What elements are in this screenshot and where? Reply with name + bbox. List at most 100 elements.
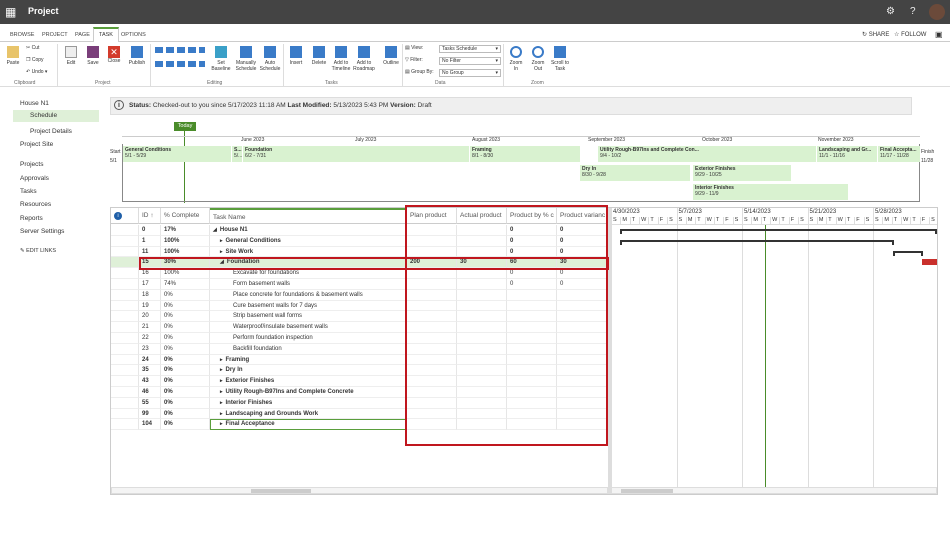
pct-cell[interactable]: 0% [161, 387, 210, 398]
row-indicator-cell[interactable] [111, 235, 139, 247]
expand-arrow-icon[interactable]: ▸ [220, 367, 223, 373]
pct-cell[interactable]: 100% [161, 235, 210, 247]
task-name-cell[interactable]: ▸ General Conditions [210, 235, 407, 247]
pct-column-header[interactable]: % Complete [161, 208, 210, 224]
pct-cell[interactable]: 17% [161, 225, 210, 236]
help-icon[interactable]: ? [910, 6, 916, 17]
pct-cell[interactable]: 100% [161, 246, 210, 258]
task-name-cell[interactable]: Cure basement walls for 7 days [210, 300, 407, 312]
save-button[interactable]: Save [86, 46, 100, 66]
task-name-cell[interactable]: Form basement walls [210, 279, 407, 290]
expand-arrow-icon[interactable]: ▸ [220, 400, 223, 406]
cut-button[interactable]: ✂ Cut [26, 45, 39, 51]
timeline-bar[interactable]: Dry In 8/30 - 9/28 [580, 165, 690, 181]
row-indicator-cell[interactable] [111, 397, 139, 409]
id-cell[interactable]: 24 [139, 354, 161, 366]
nav-reports[interactable]: Reports [20, 215, 43, 222]
pct-cell[interactable]: 0% [161, 289, 210, 301]
avatar[interactable] [929, 4, 945, 20]
tab-browse[interactable]: BROWSE [10, 32, 34, 38]
undo-button[interactable]: ↶ Undo ▾ [26, 69, 47, 75]
nav-tasks[interactable]: Tasks [20, 188, 37, 195]
summary-bar-house[interactable] [620, 229, 937, 231]
task-name-cell[interactable]: Backfill foundation [210, 343, 407, 355]
id-cell[interactable]: 23 [139, 343, 161, 355]
task-name-cell[interactable]: ◢ House N1 [210, 225, 407, 236]
expand-arrow-icon[interactable]: ▸ [220, 378, 223, 384]
nav-house-n1[interactable]: House N1 [20, 100, 49, 107]
collapse-arrow-icon[interactable]: ◢ [213, 227, 217, 233]
close-button[interactable]: ✕ Close [107, 46, 121, 64]
row-indicator-cell[interactable] [111, 333, 139, 344]
timeline-bar[interactable]: General Conditions 5/1 - 5/29 [123, 146, 231, 162]
timeline-bar[interactable]: Framing 8/1 - 8/30 [470, 146, 580, 162]
row-indicator-cell[interactable] [111, 419, 139, 431]
timeline-bar[interactable]: Landscaping and Gr... 11/1 - 11/16 [817, 146, 877, 162]
row-indicator-cell[interactable] [111, 257, 139, 269]
expand-arrow-icon[interactable]: ▸ [220, 238, 223, 244]
timeline-bar[interactable]: S... 5/... [232, 146, 242, 162]
tab-options[interactable]: OPTIONS [121, 32, 146, 38]
focus-icon[interactable]: ▣ [935, 30, 943, 39]
pct-cell[interactable]: 0% [161, 397, 210, 409]
id-cell[interactable]: 18 [139, 289, 161, 301]
task-name-cell[interactable]: ▸ Landscaping and Grounds Work [210, 408, 407, 420]
row-indicator-cell[interactable] [111, 289, 139, 301]
view-select[interactable]: Tasks Schedule ▾ [439, 45, 501, 53]
pct-cell[interactable]: 0% [161, 419, 210, 431]
timeline-bar[interactable]: Final Accepta... 11/17 - 11/28 [878, 146, 920, 162]
pct-cell[interactable]: 0% [161, 365, 210, 377]
timeline-bar[interactable]: Exterior Finishes 9/29 - 10/25 [693, 165, 791, 181]
task-name-cell[interactable]: ▸ Exterior Finishes [210, 376, 407, 387]
task-name-cell[interactable]: Place concrete for foundations & basemen… [210, 289, 407, 301]
timeline-bar[interactable]: Utility Rough-B97Ins and Complete Con...… [598, 146, 816, 162]
nav-project-details[interactable]: Project Details [30, 128, 72, 135]
row-indicator-cell[interactable] [111, 311, 139, 323]
edit-links-button[interactable]: ✎ EDIT LINKS [20, 248, 56, 254]
nav-server-settings[interactable]: Server Settings [20, 228, 64, 235]
nav-project-site[interactable]: Project Site [20, 141, 53, 148]
nav-approvals[interactable]: Approvals [20, 175, 49, 182]
id-cell[interactable]: 104 [139, 419, 161, 431]
task-name-cell[interactable]: ▸ Site Work [210, 246, 407, 258]
edit-button[interactable]: Edit [64, 46, 78, 66]
row-indicator-cell[interactable] [111, 300, 139, 312]
insert-button[interactable]: Insert [288, 46, 304, 66]
row-indicator-cell[interactable] [111, 268, 139, 279]
id-cell[interactable]: 22 [139, 333, 161, 344]
pct-cell[interactable]: 0% [161, 333, 210, 344]
add-to-roadmap-button[interactable]: Add to Roadmap [353, 46, 375, 72]
publish-button[interactable]: Publish [128, 46, 146, 66]
delete-button[interactable]: Delete [310, 46, 328, 66]
share-button[interactable]: ↻ SHARE [862, 31, 889, 38]
task-name-cell[interactable]: ▸ Framing [210, 354, 407, 366]
expand-arrow-icon[interactable]: ▸ [220, 357, 223, 363]
id-cell[interactable]: 43 [139, 376, 161, 387]
pct-cell[interactable]: 0% [161, 354, 210, 366]
task-name-cell[interactable]: ▸ Interior Finishes [210, 397, 407, 409]
expand-arrow-icon[interactable]: ▸ [220, 411, 223, 417]
group-select[interactable]: No Group ▾ [439, 69, 501, 77]
expand-arrow-icon[interactable]: ▸ [220, 389, 223, 395]
task-name-cell[interactable]: ▸ Dry In [210, 365, 407, 377]
row-indicator-cell[interactable] [111, 343, 139, 355]
id-column-header[interactable]: ID ↑ [139, 208, 161, 224]
id-cell[interactable]: 17 [139, 279, 161, 290]
id-cell[interactable]: 35 [139, 365, 161, 377]
row-indicator-cell[interactable] [111, 376, 139, 387]
id-cell[interactable]: 99 [139, 408, 161, 420]
row-indicator-cell[interactable] [111, 246, 139, 258]
nav-schedule[interactable]: Schedule [13, 110, 99, 122]
summary-bar-site-work[interactable] [893, 250, 923, 253]
pct-cell[interactable]: 0% [161, 322, 210, 333]
set-baseline-button[interactable]: Set Baseline [209, 46, 233, 72]
nav-resources[interactable]: Resources [20, 201, 51, 208]
task-bar-foundation[interactable] [922, 259, 937, 266]
scroll-to-task-button[interactable]: Scroll to Task [549, 46, 571, 72]
timeline-bar[interactable]: Interior Finishes 9/29 - 11/9 [693, 184, 848, 200]
task-name-cell[interactable]: Waterproof/insulate basement walls [210, 322, 407, 333]
id-cell[interactable]: 55 [139, 397, 161, 409]
id-cell[interactable]: 21 [139, 322, 161, 333]
outline-button[interactable]: Outline [381, 46, 401, 66]
pct-cell[interactable]: 74% [161, 279, 210, 290]
